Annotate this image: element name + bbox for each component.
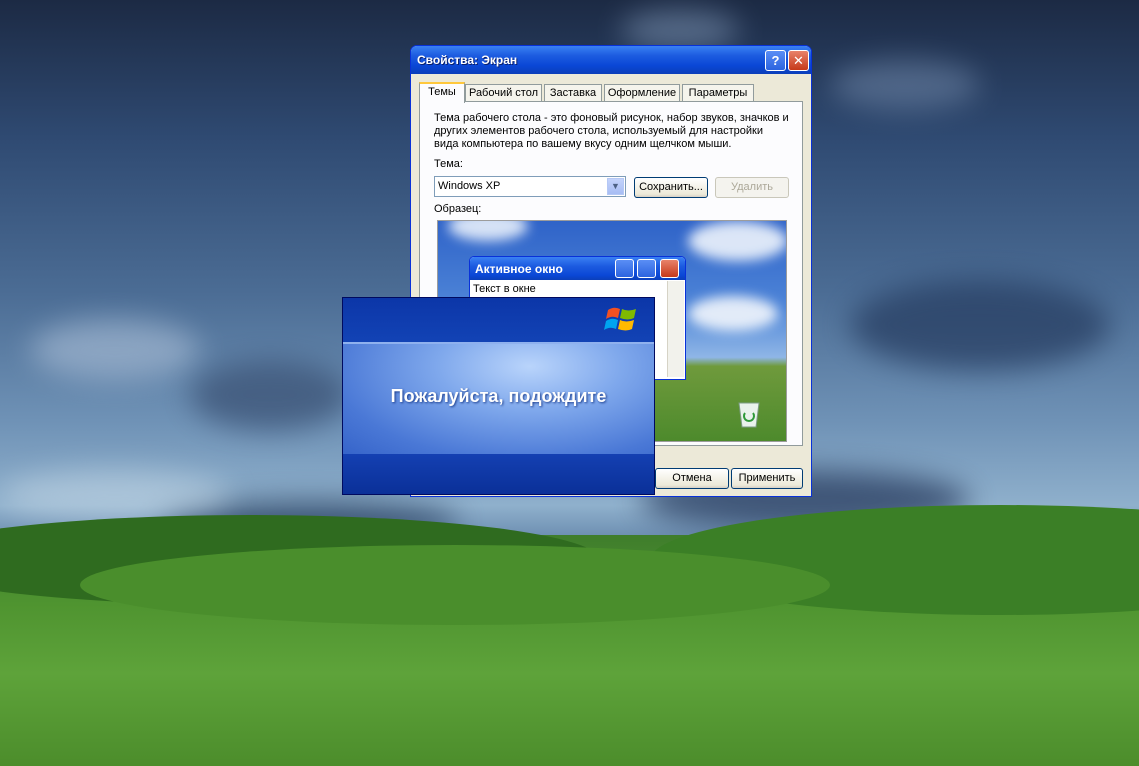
dialog-title: Свойства: Экран (417, 53, 518, 67)
tab-settings[interactable]: Параметры (682, 84, 754, 102)
please-wait-splash: Пожалуйста, подождите (342, 297, 655, 495)
preview-window-title: Активное окно (475, 262, 563, 276)
recycle-bin-icon (738, 402, 760, 428)
theme-label: Тема: (434, 158, 463, 170)
splash-bottom-band (343, 454, 654, 494)
preview-titlebar: Активное окно (470, 257, 685, 280)
save-theme-button[interactable]: Сохранить... (634, 177, 708, 198)
windows-logo-icon (604, 307, 636, 331)
help-button[interactable]: ? (765, 50, 786, 71)
dialog-titlebar[interactable]: Свойства: Экран ? ✕ (411, 46, 811, 74)
preview-window-text: Текст в окне (473, 283, 536, 295)
delete-theme-button[interactable]: Удалить (715, 177, 789, 198)
tab-appearance[interactable]: Оформление (604, 84, 680, 102)
chevron-down-icon[interactable]: ▼ (607, 178, 624, 195)
themes-description: Тема рабочего стола - это фоновый рисуно… (434, 112, 789, 150)
minimize-icon (615, 259, 634, 278)
green-hills (0, 505, 1139, 766)
theme-dropdown[interactable]: Windows XP ▼ (434, 176, 626, 197)
close-icon (660, 259, 679, 278)
cancel-button[interactable]: Отмена (655, 468, 729, 489)
tab-screensaver[interactable]: Заставка (544, 84, 602, 102)
apply-button[interactable]: Применить (731, 468, 803, 489)
close-button[interactable]: ✕ (788, 50, 809, 71)
maximize-icon (637, 259, 656, 278)
theme-dropdown-value: Windows XP (438, 180, 501, 192)
please-wait-message: Пожалуйста, подождите (390, 386, 607, 406)
sample-label: Образец: (434, 203, 482, 215)
tab-desktop[interactable]: Рабочий стол (465, 84, 542, 102)
tab-themes[interactable]: Темы (419, 82, 465, 103)
preview-scrollbar (667, 281, 684, 377)
